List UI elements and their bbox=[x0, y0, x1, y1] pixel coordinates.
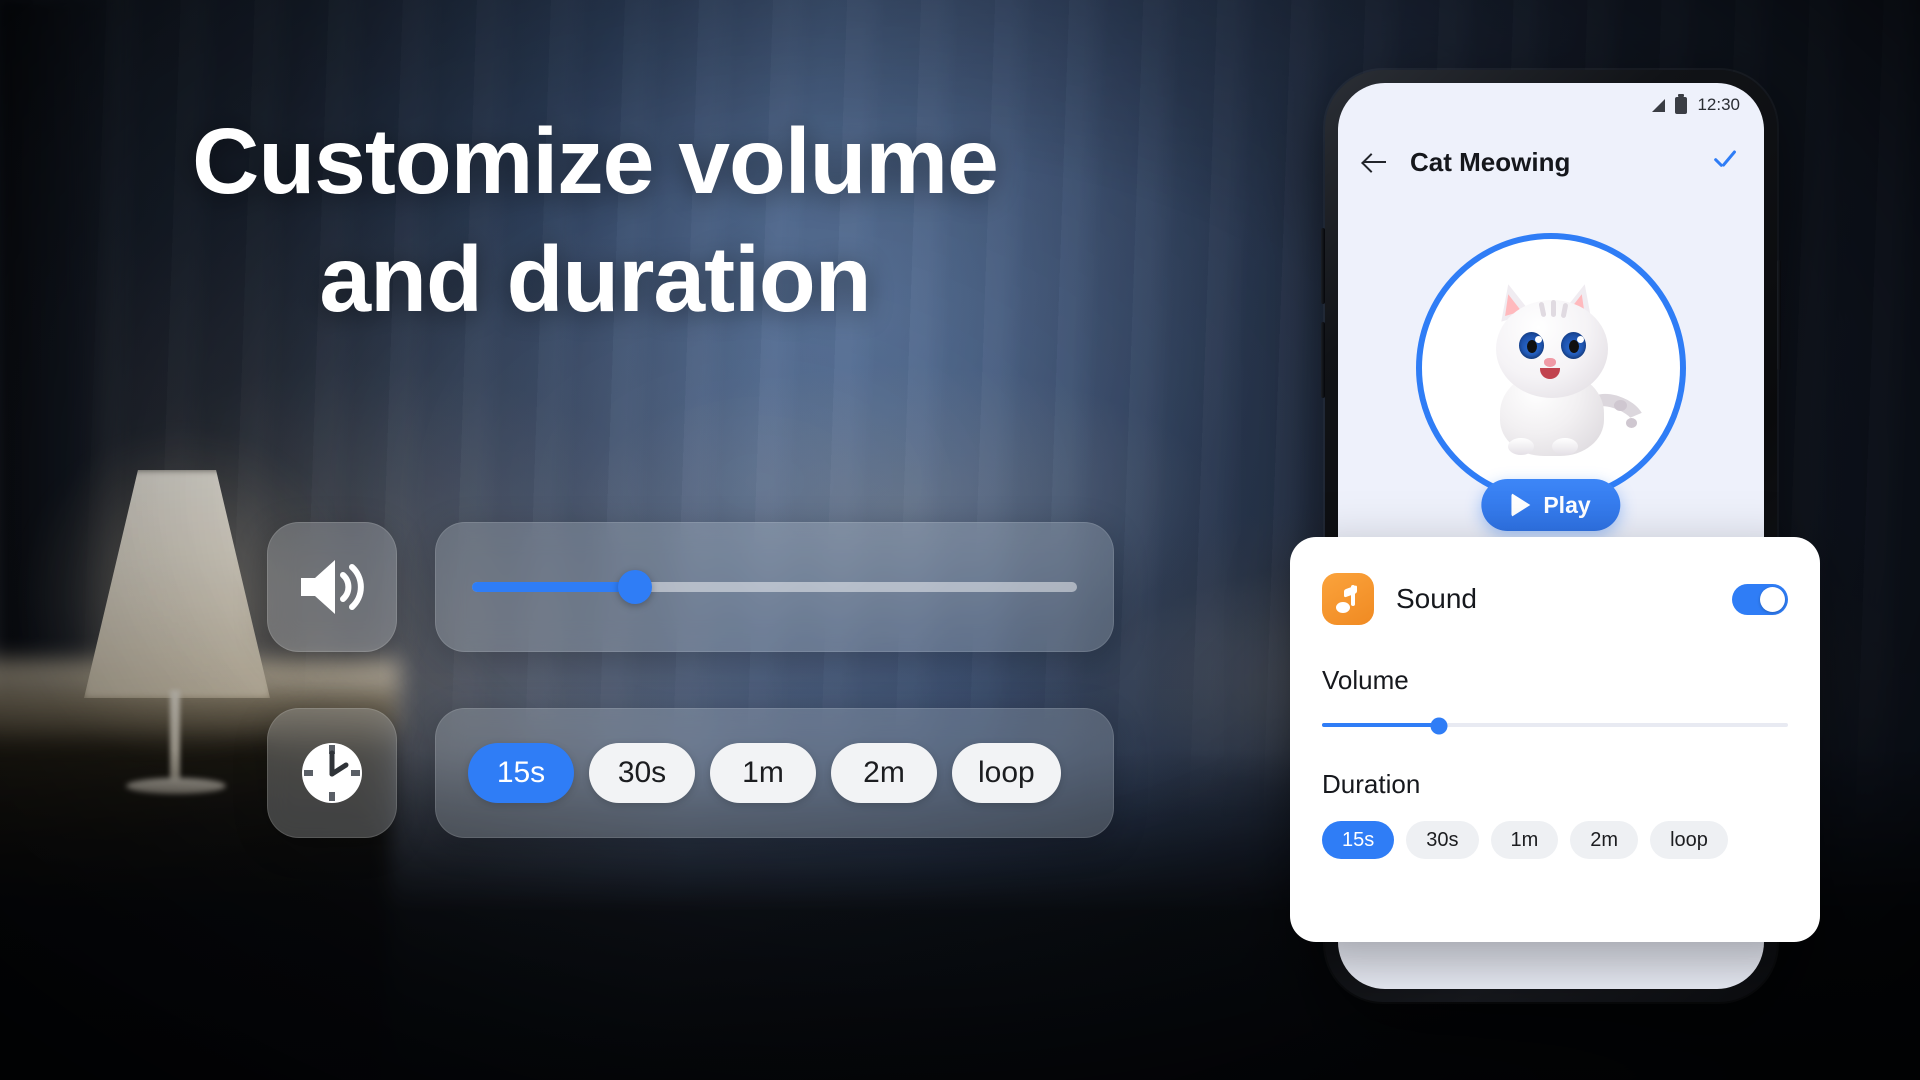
play-button-label: Play bbox=[1543, 491, 1591, 518]
overlay-volume-slider-track[interactable] bbox=[472, 570, 1077, 604]
duration-chip-15s[interactable]: 15s bbox=[1322, 821, 1395, 859]
duration-chip-loop[interactable]: loop bbox=[1650, 821, 1728, 859]
overlay-duration-chip-30s[interactable]: 30s bbox=[589, 743, 695, 803]
cat-tail-spot bbox=[1614, 400, 1627, 412]
volume-label: Volume bbox=[1322, 665, 1409, 695]
overlay-duration-widget: 15s 30s 1m 2m loop bbox=[267, 708, 1114, 838]
duration-chip-1m[interactable]: 1m bbox=[1490, 821, 1559, 859]
duration-chip-group: 15s 30s 1m 2m loop bbox=[1322, 821, 1788, 859]
overlay-duration-chip-15s[interactable]: 15s bbox=[468, 743, 574, 803]
cat-stripe bbox=[1551, 300, 1556, 318]
back-arrow-icon[interactable] bbox=[1362, 149, 1388, 175]
cat-eye bbox=[1519, 332, 1544, 360]
sound-toggle[interactable] bbox=[1732, 583, 1788, 615]
signal-bars-icon bbox=[1652, 98, 1666, 112]
play-icon bbox=[1511, 493, 1531, 517]
cat-nose bbox=[1544, 358, 1556, 368]
status-bar: 12:30 bbox=[1652, 93, 1740, 115]
music-note-glyph bbox=[1335, 585, 1361, 613]
overlay-duration-chips: 15s 30s 1m 2m loop bbox=[435, 708, 1114, 838]
music-note-icon bbox=[1322, 573, 1374, 625]
cat-eye bbox=[1561, 332, 1586, 360]
duration-chip-30s[interactable]: 30s bbox=[1406, 821, 1479, 859]
sheet-header: Sound bbox=[1322, 573, 1788, 625]
cat-paw bbox=[1508, 438, 1534, 456]
battery-icon bbox=[1675, 93, 1688, 114]
cat-illustration bbox=[1456, 278, 1651, 468]
page-title: Cat Meowing bbox=[1410, 146, 1571, 177]
play-button[interactable]: Play bbox=[1481, 479, 1621, 531]
volume-slider-thumb[interactable] bbox=[1430, 717, 1447, 735]
cat-paw bbox=[1552, 438, 1578, 456]
page-headline: Customize volume and duration bbox=[0, 102, 1190, 338]
cat-tail-spot bbox=[1626, 418, 1637, 429]
duration-section: Duration 15s 30s 1m 2m loop bbox=[1322, 769, 1788, 859]
speaker-volume-icon bbox=[267, 522, 397, 652]
check-icon[interactable] bbox=[1710, 147, 1740, 177]
overlay-volume-widget bbox=[267, 522, 1114, 652]
overlay-duration-chip-2m[interactable]: 2m bbox=[831, 743, 937, 803]
app-bar: Cat Meowing bbox=[1338, 131, 1764, 193]
volume-slider-fill bbox=[1322, 723, 1439, 727]
phone-volume-down-button[interactable] bbox=[1321, 322, 1325, 398]
toggle-knob bbox=[1760, 586, 1785, 612]
clock-icon bbox=[267, 708, 397, 838]
overlay-duration-chip-1m[interactable]: 1m bbox=[710, 743, 816, 803]
phone-volume-up-button[interactable] bbox=[1321, 228, 1325, 304]
overlay-duration-chip-loop[interactable]: loop bbox=[952, 743, 1061, 803]
duration-label: Duration bbox=[1322, 769, 1421, 799]
sound-label: Sound bbox=[1396, 583, 1477, 614]
headline-line-2: and duration bbox=[319, 227, 871, 332]
phone-power-button[interactable] bbox=[1777, 260, 1781, 370]
slider-thumb[interactable] bbox=[618, 570, 653, 604]
overlay-volume-slider[interactable] bbox=[435, 522, 1114, 652]
avatar bbox=[1416, 233, 1686, 503]
volume-slider[interactable] bbox=[1322, 717, 1788, 735]
slider-track-fill bbox=[472, 582, 636, 592]
duration-chip-2m[interactable]: 2m bbox=[1570, 821, 1639, 859]
sound-settings-sheet: Sound Volume Duration 15s 30s 1m 2m loop bbox=[1290, 537, 1820, 942]
volume-section: Volume bbox=[1322, 665, 1788, 735]
headline-line-1: Customize volume bbox=[192, 109, 999, 213]
status-bar-time: 12:30 bbox=[1697, 95, 1740, 114]
cat-avatar-circle bbox=[1416, 233, 1686, 503]
